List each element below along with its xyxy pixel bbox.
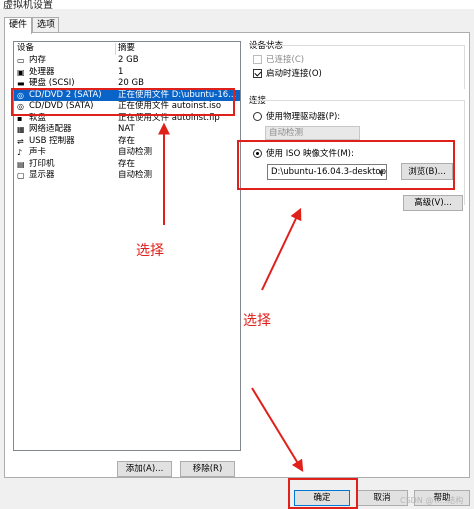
annotation-text-select-2: 选择 xyxy=(243,313,271,329)
annotation-text-select-1: 选择 xyxy=(136,243,164,259)
arrow-to-ok xyxy=(251,387,304,473)
annotation-arrows xyxy=(158,122,304,473)
arrow-to-iso xyxy=(261,207,302,291)
tab-hardware[interactable]: 硬件 xyxy=(4,17,32,34)
